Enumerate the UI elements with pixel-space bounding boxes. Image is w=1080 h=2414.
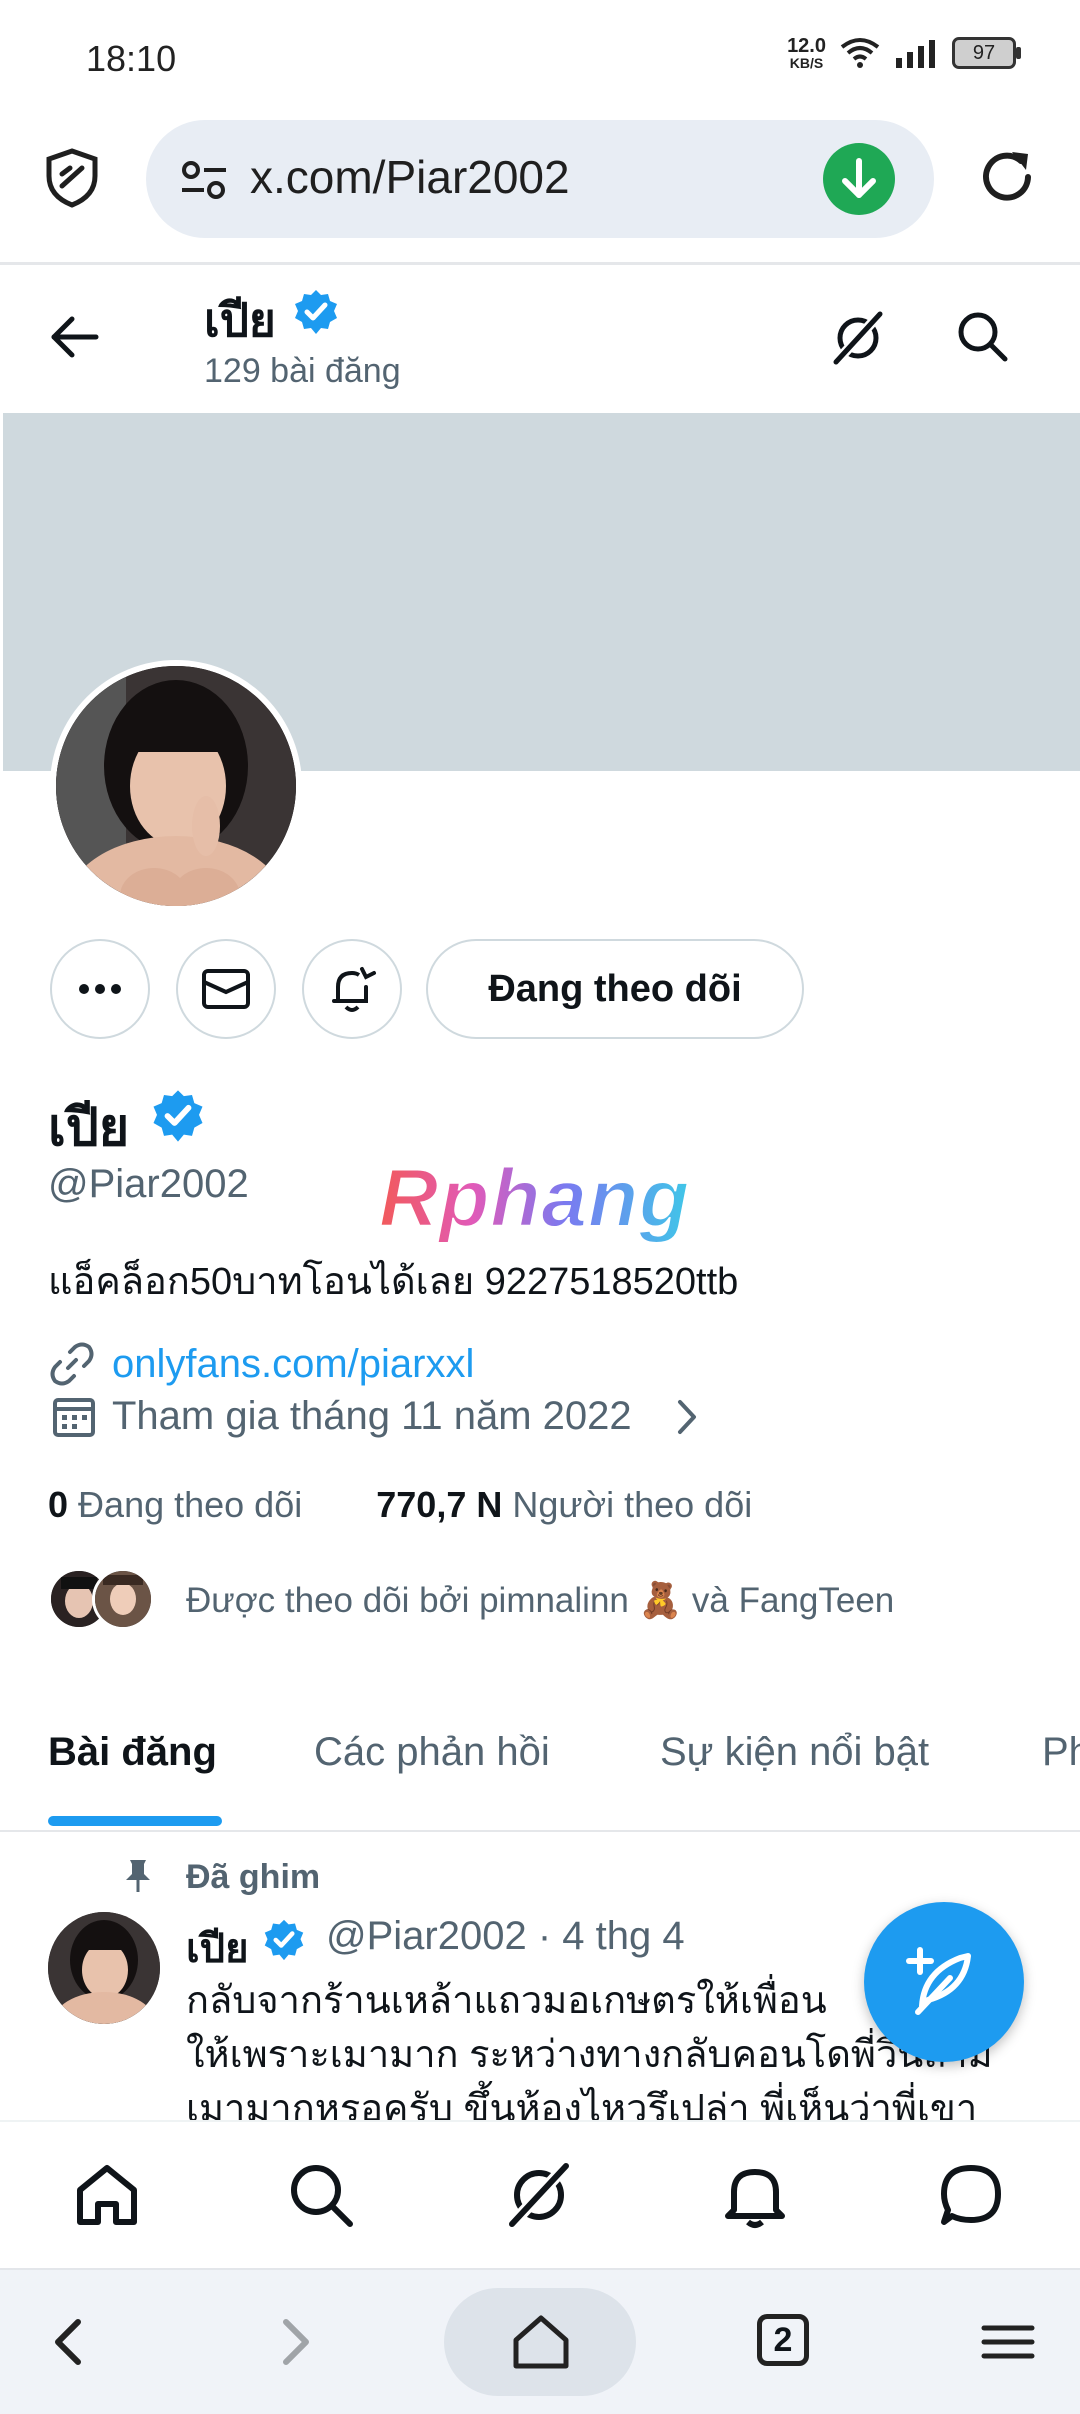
home-icon[interactable] bbox=[72, 2160, 142, 2230]
status-indicators: 12.0 KB/S 97 bbox=[787, 35, 1021, 71]
tune-icon[interactable] bbox=[180, 160, 228, 200]
more-button[interactable] bbox=[50, 939, 150, 1039]
back-arrow-icon[interactable] bbox=[48, 310, 102, 364]
calendar-icon bbox=[53, 1398, 95, 1437]
svg-text:Rphang: Rphang bbox=[379, 1153, 690, 1244]
bell-plus-icon bbox=[332, 967, 376, 1012]
profile-name: เปีย bbox=[48, 1099, 130, 1157]
download-icon bbox=[842, 158, 876, 198]
watermark-logo: Rphang bbox=[378, 1152, 690, 1245]
profile-link[interactable]: onlyfans.com/piarxxl bbox=[112, 1342, 474, 1387]
search-icon[interactable] bbox=[286, 2160, 356, 2230]
search-icon[interactable] bbox=[954, 308, 1010, 364]
tabs-divider bbox=[0, 1830, 1080, 1832]
menu-icon[interactable] bbox=[980, 2314, 1036, 2370]
followers-stat[interactable]: 770,7 N Người theo dõi bbox=[376, 1484, 752, 1525]
tab-count-button[interactable]: 2 bbox=[757, 2314, 809, 2366]
tab-posts[interactable]: Bài đăng bbox=[48, 1730, 217, 1775]
profile-avatar[interactable] bbox=[50, 660, 302, 912]
tab-highlights[interactable]: Sự kiện nổi bật bbox=[660, 1730, 929, 1775]
active-tab-indicator bbox=[48, 1816, 222, 1826]
verified-badge-icon bbox=[153, 1090, 203, 1142]
avatar-photo bbox=[56, 666, 296, 906]
pin-icon bbox=[126, 1860, 150, 1892]
chevron-right-icon[interactable] bbox=[672, 1396, 702, 1438]
chat-icon[interactable] bbox=[936, 2160, 1006, 2230]
battery-indicator: 97 bbox=[952, 37, 1021, 69]
following-stat[interactable]: 0 Đang theo dõi bbox=[48, 1484, 302, 1525]
url-text[interactable]: x.com/Piar2002 bbox=[250, 150, 570, 204]
grok-icon[interactable] bbox=[828, 308, 888, 368]
post-meta: @Piar2002 · 4 thg 4 bbox=[326, 1914, 685, 1958]
link-icon bbox=[50, 1342, 94, 1386]
home-icon bbox=[513, 2315, 569, 2369]
signal-icon bbox=[896, 40, 935, 68]
chevron-left-icon[interactable] bbox=[42, 2314, 98, 2370]
compose-button[interactable] bbox=[864, 1902, 1024, 2062]
reload-icon[interactable] bbox=[976, 146, 1038, 208]
chevron-right-icon[interactable] bbox=[266, 2314, 322, 2370]
wifi-icon bbox=[840, 38, 880, 68]
verified-badge-icon bbox=[264, 1919, 304, 1961]
status-time: 18:10 bbox=[86, 38, 177, 79]
message-button[interactable] bbox=[176, 939, 276, 1039]
download-button[interactable] bbox=[823, 143, 895, 215]
network-speed: 12.0 KB/S bbox=[787, 35, 826, 71]
followed-by-text[interactable]: Được theo dõi bởi pimnalinn 🧸 và FangTee… bbox=[186, 1580, 894, 1621]
shield-icon[interactable] bbox=[44, 148, 100, 208]
profile-bio: แอ็คล็อก50บาทโอนได้เลย 9227518520ttb bbox=[48, 1261, 739, 1303]
follower-avatar bbox=[92, 1568, 154, 1630]
following-button[interactable]: Đang theo dõi bbox=[426, 939, 804, 1039]
join-date: Tham gia tháng 11 năm 2022 bbox=[112, 1394, 632, 1438]
compose-icon bbox=[906, 1947, 971, 2015]
mail-icon bbox=[202, 969, 250, 1009]
profile-handle: @Piar2002 bbox=[48, 1162, 249, 1206]
browser-divider bbox=[0, 262, 1080, 265]
tab-replies[interactable]: Các phản hồi bbox=[314, 1730, 550, 1775]
grok-icon[interactable] bbox=[504, 2160, 574, 2230]
header-name: เปีย bbox=[204, 294, 276, 346]
tab-media[interactable]: Ph bbox=[1042, 1730, 1080, 1775]
post-count: 129 bài đăng bbox=[204, 352, 401, 390]
more-icon bbox=[79, 984, 121, 994]
bell-icon[interactable] bbox=[720, 2160, 790, 2230]
pinned-label: Đã ghim bbox=[186, 1858, 321, 1896]
follow-stats: 0 Đang theo dõi 770,7 N Người theo dõi bbox=[48, 1484, 752, 1526]
verified-badge-icon bbox=[295, 290, 337, 334]
notify-button[interactable] bbox=[302, 939, 402, 1039]
